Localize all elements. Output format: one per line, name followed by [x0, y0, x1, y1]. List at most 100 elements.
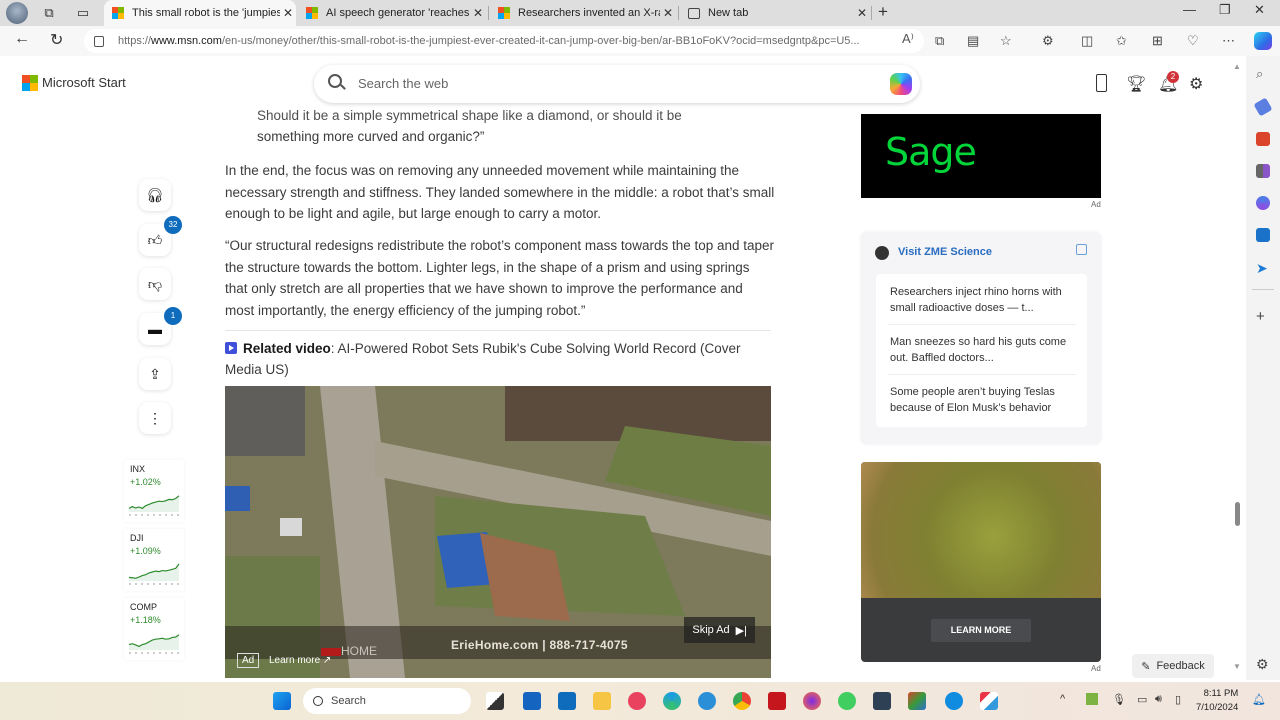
related-video-link[interactable]: Related video: AI-Powered Robot Sets Rub… — [225, 339, 765, 380]
video-ad-card[interactable]: LEARN MORE — [861, 462, 1101, 662]
tab-xray[interactable]: Researchers invented an X-ray vi ✕ — [490, 0, 676, 26]
read-aloud-icon[interactable]: A⁾ — [902, 31, 914, 47]
notification-badge: 2 — [1167, 71, 1179, 83]
search-input[interactable]: Search the web — [358, 76, 448, 91]
skip-icon: ▶| — [735, 624, 747, 637]
edge-browser-icon[interactable] — [663, 692, 681, 710]
sparkline-area — [129, 495, 179, 512]
settings-gear-icon[interactable]: ⚙ — [1189, 74, 1203, 94]
shopping-tag-icon[interactable] — [1253, 97, 1273, 117]
share-button[interactable]: ⇪ — [139, 358, 171, 390]
scroll-thumb[interactable] — [1235, 502, 1240, 526]
scroll-down-arrow-icon[interactable]: ▼ — [1233, 662, 1241, 671]
address-bar[interactable]: https://www.msn.com/en-us/money/other/th… — [84, 29, 924, 53]
immersive-reader-icon[interactable]: ▤ — [967, 33, 979, 49]
outlook-new-icon[interactable] — [558, 692, 576, 710]
taskbar-search[interactable]: Search — [303, 688, 471, 714]
close-tab-icon[interactable]: ✕ — [280, 6, 296, 20]
collections-icon[interactable]: ⊞ — [1152, 33, 1163, 49]
copilot-search-icon[interactable] — [890, 73, 912, 95]
url-text[interactable]: https://www.msn.com/en-us/money/other/th… — [118, 35, 860, 47]
system-clock[interactable]: 8:11 PM 7/10/2024 — [1196, 687, 1238, 715]
restore-button[interactable]: ❐ — [1219, 2, 1231, 18]
close-tab-icon[interactable]: ✕ — [470, 6, 486, 20]
snipping-tool-icon[interactable] — [980, 692, 998, 710]
tools-toolbox-icon[interactable] — [1256, 132, 1270, 146]
page-scrollbar[interactable]: ▲ ▼ — [1230, 56, 1246, 680]
microsoft-logo-icon[interactable] — [22, 75, 38, 91]
add-sidebar-app-icon[interactable]: + — [1256, 308, 1270, 325]
back-button[interactable]: ← — [14, 30, 30, 48]
windows-start-icon[interactable] — [273, 692, 291, 710]
open-external-icon[interactable] — [1076, 244, 1087, 255]
tab-new-tab[interactable]: New tab ✕ — [680, 0, 870, 26]
microsoft365-icon[interactable] — [1256, 196, 1270, 210]
favorites-icon[interactable]: ✩ — [1116, 33, 1127, 49]
favorite-star-icon[interactable]: ☆ — [1000, 33, 1012, 49]
notification-center-bell-icon[interactable]: 🔔︎ — [1252, 693, 1266, 706]
close-window-button[interactable]: ✕ — [1254, 2, 1265, 18]
sidebar-search-icon[interactable]: ⌕ — [1256, 66, 1270, 81]
new-tab-button[interactable]: + — [878, 2, 888, 22]
browser-essentials-icon[interactable]: ♡ — [1187, 33, 1199, 49]
more-actions-button[interactable]: ⋮ — [139, 402, 171, 434]
scroll-up-arrow-icon[interactable]: ▲ — [1233, 62, 1241, 71]
wechat-icon[interactable] — [838, 692, 856, 710]
tray-app-icon[interactable] — [1086, 693, 1098, 705]
zme-story-item[interactable]: Man sneezes so hard his guts come out. B… — [890, 334, 1075, 366]
chrome-icon[interactable] — [733, 692, 751, 710]
ticker-card-inx[interactable]: INX +1.02% — [124, 460, 184, 522]
rewards-trophy-icon[interactable]: 🏆︎ — [1126, 74, 1146, 94]
video-player[interactable]: HOME ErieHome.com | 888-717-4075 Skip Ad… — [225, 386, 771, 678]
extensions-icon[interactable]: ⚙ — [1042, 33, 1054, 49]
more-options-icon[interactable]: ⋯ — [1222, 33, 1235, 49]
ticker-card-dji[interactable]: DJI +1.09% — [124, 529, 184, 591]
workspaces-icon[interactable]: ⧉ — [38, 2, 60, 24]
mobile-app-icon[interactable] — [1096, 74, 1107, 92]
swift-app-icon[interactable] — [698, 692, 716, 710]
listen-headphones-button[interactable]: 🎧︎ — [139, 179, 171, 211]
tab-actions-icon[interactable]: ▭ — [72, 2, 94, 24]
feedback-button[interactable]: ✎ Feedback — [1132, 654, 1214, 678]
dislike-button[interactable]: 👎︎ — [139, 268, 171, 300]
file-explorer-icon[interactable] — [593, 692, 611, 710]
drop-send-icon[interactable]: ➤ — [1256, 260, 1270, 276]
games-chess-icon[interactable] — [1256, 164, 1270, 178]
calendar-app-icon[interactable] — [873, 692, 891, 710]
network-icon[interactable]: ▭ — [1137, 693, 1147, 706]
brand-name[interactable]: Microsoft Start — [42, 75, 126, 90]
copilot-icon[interactable] — [1254, 32, 1272, 50]
lock-icon[interactable] — [94, 35, 104, 47]
tab-robot-article[interactable]: This small robot is the 'jumpiest' ✕ — [104, 0, 296, 26]
outlook-icon[interactable] — [1256, 228, 1270, 242]
learn-more-button[interactable]: LEARN MORE — [931, 619, 1031, 642]
battery-icon[interactable]: ▯ — [1175, 693, 1181, 706]
ticker-card-comp[interactable]: COMP +1.18% — [124, 598, 184, 660]
zme-story-item[interactable]: Some people aren’t buying Teslas because… — [890, 384, 1075, 416]
tab-ai-speech[interactable]: AI speech generator 'reaches hu ✕ — [298, 0, 486, 26]
sage-ad-banner[interactable]: Sage — [861, 114, 1101, 198]
zme-visit-link[interactable]: Visit ZME Science — [898, 246, 992, 258]
minimize-button[interactable]: — — [1183, 2, 1196, 17]
show-hidden-icons-chevron[interactable]: ^ — [1060, 693, 1065, 705]
close-tab-icon[interactable]: ✕ — [854, 6, 870, 20]
app-available-icon[interactable]: ⧉ — [935, 33, 944, 49]
acrobat-icon[interactable] — [768, 692, 786, 710]
microphone-icon[interactable]: 🎙︎ — [1112, 693, 1126, 706]
skip-ad-button[interactable]: Skip Ad ▶| — [684, 617, 755, 643]
profile-avatar[interactable] — [6, 2, 28, 24]
volume-icon[interactable]: 🔊︎ — [1155, 693, 1162, 706]
learn-more-link[interactable]: Learn more ↗ — [269, 655, 331, 666]
skype-icon[interactable] — [945, 692, 963, 710]
split-screen-icon[interactable]: ◫ — [1081, 33, 1093, 49]
screen-recorder-icon[interactable] — [628, 692, 646, 710]
zme-story-item[interactable]: Researchers inject rhino horns with smal… — [890, 284, 1075, 316]
photo-app-icon[interactable] — [908, 692, 926, 710]
sidebar-settings-icon[interactable]: ⚙ — [1256, 656, 1270, 672]
task-view-icon[interactable] — [486, 692, 504, 710]
microsoft-store-icon[interactable] — [523, 692, 541, 710]
web-search-box[interactable]: Search the web — [314, 65, 920, 103]
firefox-icon[interactable] — [803, 692, 821, 710]
refresh-button[interactable]: ↻ — [50, 30, 63, 50]
close-tab-icon[interactable]: ✕ — [660, 6, 676, 20]
